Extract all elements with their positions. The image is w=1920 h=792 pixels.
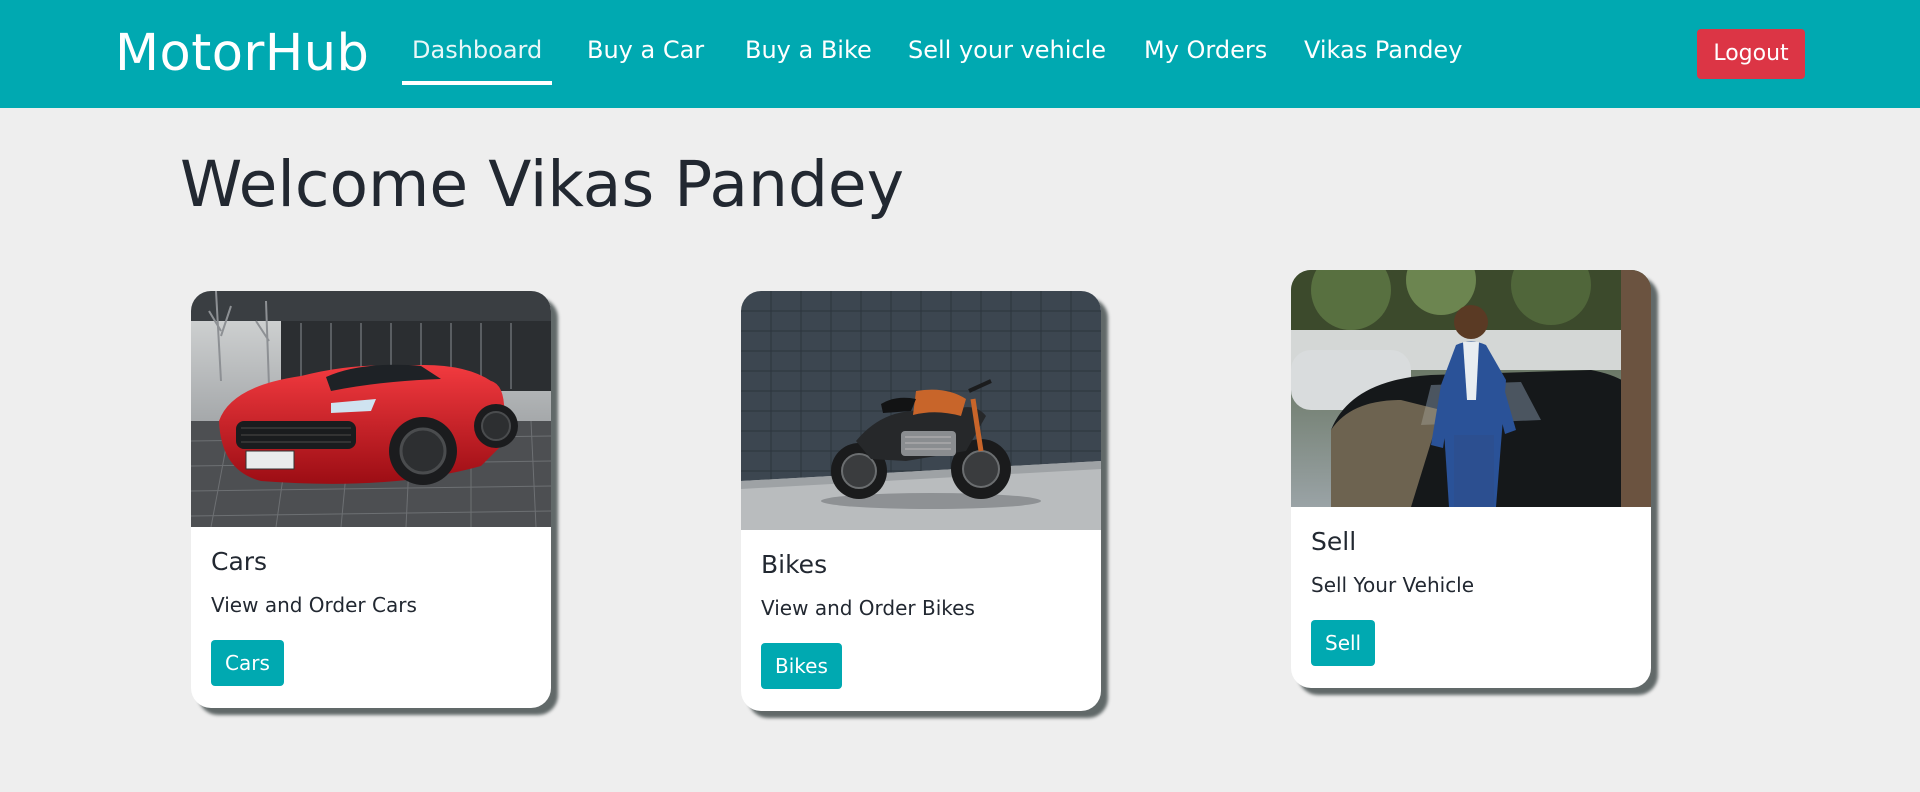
card-cars: Cars View and Order Cars Cars (191, 291, 551, 708)
nav-buy-a-car[interactable]: Buy a Car (577, 33, 714, 85)
card-sell: Sell Sell Your Vehicle Sell (1291, 270, 1651, 688)
nav-my-orders[interactable]: My Orders (1134, 33, 1277, 85)
navbar: MotorHub Dashboard Buy a Car Buy a Bike … (0, 0, 1920, 108)
nav-buy-a-bike[interactable]: Buy a Bike (735, 33, 882, 85)
cars-button[interactable]: Cars (211, 640, 284, 686)
red-sports-car-photo (191, 291, 551, 527)
nav-sell-your-vehicle[interactable]: Sell your vehicle (898, 33, 1116, 85)
card-text: View and Order Bikes (761, 596, 975, 620)
man-with-car-photo (1291, 270, 1651, 507)
black-motorcycle-photo (741, 291, 1101, 530)
nav-dashboard[interactable]: Dashboard (402, 33, 553, 85)
card-body: Cars View and Order Cars Cars (191, 527, 551, 708)
page-title: Welcome Vikas Pandey (180, 148, 904, 221)
nav-user-profile[interactable]: Vikas Pandey (1294, 33, 1472, 85)
card-text: Sell Your Vehicle (1311, 573, 1475, 597)
card-text: View and Order Cars (211, 593, 417, 617)
card-title: Bikes (761, 550, 828, 579)
bikes-button[interactable]: Bikes (761, 643, 842, 689)
sell-button[interactable]: Sell (1311, 620, 1376, 666)
card-body: Bikes View and Order Bikes Bikes (741, 530, 1101, 711)
card-bikes: Bikes View and Order Bikes Bikes (741, 291, 1101, 711)
brand-logo[interactable]: MotorHub (115, 22, 369, 86)
logout-button[interactable]: Logout (1697, 29, 1805, 79)
card-title: Sell (1311, 527, 1357, 556)
card-body: Sell Sell Your Vehicle Sell (1291, 507, 1651, 688)
card-title: Cars (211, 547, 268, 576)
